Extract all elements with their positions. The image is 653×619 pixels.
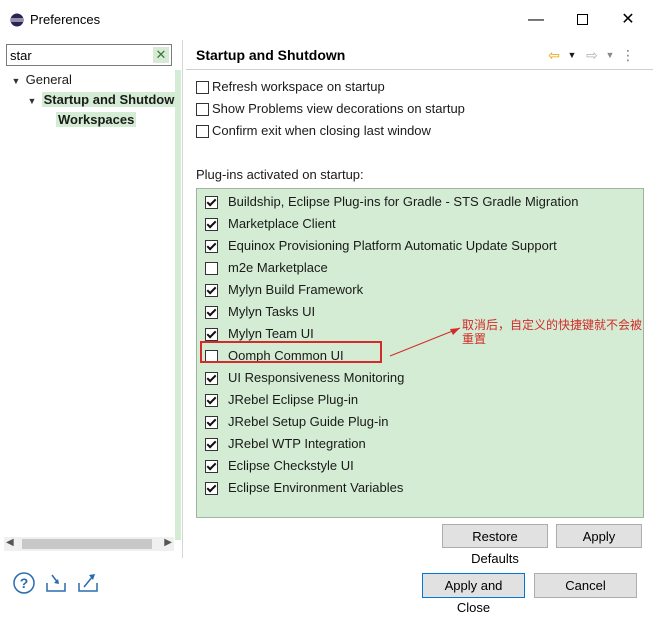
view-menu-icon[interactable]: ⋮ bbox=[618, 45, 638, 65]
tree-item-workspaces[interactable]: Workspaces bbox=[56, 110, 137, 130]
checkbox[interactable] bbox=[205, 306, 218, 320]
forward-dropdown-icon[interactable]: ▼ bbox=[600, 45, 620, 65]
help-icon[interactable]: ? bbox=[12, 571, 36, 595]
plugin-label: Marketplace Client bbox=[228, 216, 336, 231]
chevron-down-icon[interactable]: ▼ bbox=[26, 91, 38, 111]
tree-item-general[interactable]: ▼ General bbox=[10, 70, 72, 90]
restore-defaults-button[interactable]: Restore Defaults bbox=[442, 524, 548, 566]
plugin-item[interactable]: UI Responsiveness Monitoring bbox=[205, 367, 404, 389]
scroll-right-icon[interactable]: ▶ bbox=[164, 537, 172, 548]
chevron-down-icon[interactable]: ▼ bbox=[10, 71, 22, 91]
tree-item-label: General bbox=[25, 72, 72, 87]
option-refresh-workspace[interactable]: Refresh workspace on startup bbox=[196, 77, 385, 97]
checkbox[interactable] bbox=[196, 125, 209, 139]
checkbox[interactable] bbox=[196, 103, 209, 117]
back-arrow-icon[interactable]: ⇦ bbox=[544, 45, 564, 65]
tree-item-startup-shutdown[interactable]: ▼ Startup and Shutdow bbox=[26, 90, 177, 111]
tree-horizontal-scrollbar[interactable]: ◀ ▶ bbox=[4, 537, 174, 551]
preferences-nav-panel: ✕ ▼ General ▼ Startup and Shutdow Worksp… bbox=[0, 40, 183, 558]
apply-button[interactable]: Apply bbox=[556, 524, 642, 548]
filter-field[interactable]: ✕ bbox=[6, 44, 172, 66]
export-icon[interactable] bbox=[76, 571, 100, 595]
checkbox[interactable] bbox=[205, 262, 218, 276]
maximize-icon bbox=[576, 14, 588, 25]
preference-page: Startup and Shutdown ⇦ ▼ ⇨ ▼ ⋮ Refresh w… bbox=[186, 40, 653, 566]
option-show-problems-decorations[interactable]: Show Problems view decorations on startu… bbox=[196, 99, 465, 119]
tree-item-label: Workspaces bbox=[56, 112, 137, 127]
plugin-item[interactable]: Equinox Provisioning Platform Automatic … bbox=[205, 235, 557, 257]
cancel-button[interactable]: Cancel bbox=[534, 573, 637, 598]
plugin-label: JRebel Setup Guide Plug-in bbox=[228, 414, 389, 429]
highlight-box bbox=[200, 341, 382, 363]
checkbox[interactable] bbox=[205, 240, 218, 254]
plugin-label: Eclipse Checkstyle UI bbox=[228, 458, 354, 473]
tree-selection-strip bbox=[175, 70, 181, 540]
clear-filter-icon[interactable]: ✕ bbox=[153, 47, 169, 63]
plugin-item[interactable]: JRebel WTP Integration bbox=[205, 433, 366, 455]
import-icon[interactable] bbox=[44, 571, 68, 595]
plugin-label: UI Responsiveness Monitoring bbox=[228, 370, 405, 385]
page-title: Startup and Shutdown bbox=[196, 47, 346, 63]
plugin-label: JRebel Eclipse Plug-in bbox=[228, 392, 359, 407]
checkbox[interactable] bbox=[205, 328, 218, 342]
plugin-label: Eclipse Environment Variables bbox=[228, 480, 404, 495]
preferences-tree: ▼ General ▼ Startup and Shutdow Workspac… bbox=[0, 70, 182, 540]
plugin-label: m2e Marketplace bbox=[228, 260, 328, 275]
plugin-item[interactable]: Eclipse Checkstyle UI bbox=[205, 455, 354, 477]
plugins-section-label: Plug-ins activated on startup: bbox=[196, 167, 364, 182]
plugin-item[interactable]: Eclipse Environment Variables bbox=[205, 477, 403, 499]
close-button[interactable]: ✕ bbox=[606, 6, 650, 34]
apply-and-close-button[interactable]: Apply and Close bbox=[422, 573, 525, 615]
plugin-label: Equinox Provisioning Platform Automatic … bbox=[228, 238, 557, 253]
plugin-label: Mylyn Tasks UI bbox=[228, 304, 316, 319]
option-label: Refresh workspace on startup bbox=[212, 79, 385, 94]
option-label: Show Problems view decorations on startu… bbox=[212, 101, 465, 116]
plugin-item[interactable]: JRebel Setup Guide Plug-in bbox=[205, 411, 388, 433]
checkbox[interactable] bbox=[205, 284, 218, 298]
option-label: Confirm exit when closing last window bbox=[212, 123, 431, 138]
plugin-item[interactable]: m2e Marketplace bbox=[205, 257, 328, 279]
checkbox[interactable] bbox=[205, 460, 218, 474]
window-title: Preferences bbox=[30, 12, 101, 27]
checkbox[interactable] bbox=[205, 482, 218, 496]
plugin-item[interactable]: Marketplace Client bbox=[205, 213, 336, 235]
checkbox[interactable] bbox=[205, 416, 218, 430]
option-confirm-exit[interactable]: Confirm exit when closing last window bbox=[196, 121, 431, 141]
plugin-item[interactable]: Mylyn Build Framework bbox=[205, 279, 363, 301]
annotation-arrow-icon bbox=[389, 327, 461, 357]
plugin-item[interactable]: JRebel Eclipse Plug-in bbox=[205, 389, 358, 411]
plugin-label: Buildship, Eclipse Plug-ins for Gradle -… bbox=[228, 194, 579, 209]
plugin-label: JRebel WTP Integration bbox=[228, 436, 366, 451]
maximize-button[interactable] bbox=[560, 6, 604, 34]
checkbox[interactable] bbox=[205, 394, 218, 408]
minimize-button[interactable]: — bbox=[514, 6, 558, 34]
checkbox[interactable] bbox=[205, 196, 218, 210]
svg-text:?: ? bbox=[20, 575, 29, 591]
scrollbar-thumb[interactable] bbox=[22, 539, 152, 549]
checkbox[interactable] bbox=[205, 438, 218, 452]
checkbox[interactable] bbox=[205, 218, 218, 232]
eclipse-icon bbox=[10, 13, 24, 27]
title-bar: Preferences — ✕ bbox=[0, 0, 653, 40]
back-dropdown-icon[interactable]: ▼ bbox=[562, 45, 582, 65]
forward-arrow-icon[interactable]: ⇨ bbox=[582, 45, 602, 65]
scroll-left-icon[interactable]: ◀ bbox=[6, 537, 14, 548]
close-icon: ✕ bbox=[621, 11, 635, 28]
plugin-label: Mylyn Team UI bbox=[228, 326, 314, 341]
plugin-label: Mylyn Build Framework bbox=[228, 282, 364, 297]
plugin-item[interactable]: Mylyn Tasks UI bbox=[205, 301, 315, 323]
checkbox[interactable] bbox=[205, 372, 218, 386]
annotation-note: 取消后，自定义的快捷键就不会被重置 bbox=[462, 318, 643, 346]
tree-item-label: Startup and Shutdow bbox=[41, 92, 177, 107]
plugin-item[interactable]: Buildship, Eclipse Plug-ins for Gradle -… bbox=[205, 191, 578, 213]
checkbox[interactable] bbox=[196, 81, 209, 95]
filter-input[interactable] bbox=[10, 46, 150, 64]
divider bbox=[186, 69, 653, 70]
minimize-icon: — bbox=[528, 11, 544, 28]
